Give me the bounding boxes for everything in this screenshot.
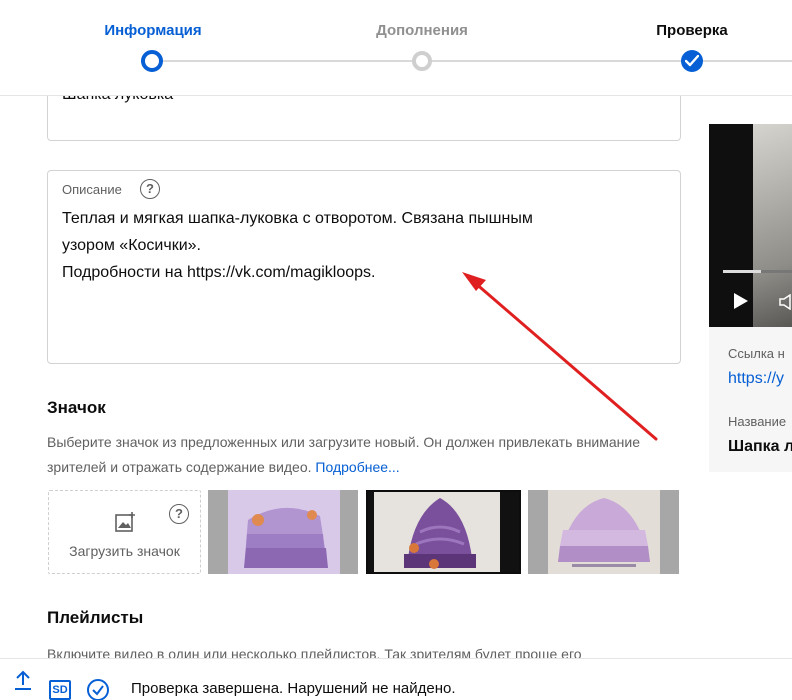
step-extras-dot[interactable] (412, 51, 432, 71)
video-link-label: Ссылка н (728, 346, 785, 361)
checks-status-text: Проверка завершена. Нарушений не найдено… (131, 680, 456, 697)
description-line: Теплая и мягкая шапка-луковка с отворото… (62, 210, 533, 227)
volume-icon[interactable] (779, 294, 792, 310)
add-image-icon (115, 512, 135, 532)
footer-status-bar: SD Проверка завершена. Нарушений не найд… (0, 658, 792, 700)
description-line: узором «Косички». (62, 237, 201, 254)
thumbnail-option-2-selected[interactable] (366, 490, 521, 574)
video-progress-fill (723, 270, 761, 273)
upload-help-icon[interactable]: ? (169, 504, 189, 524)
description-line: Подробности на https://vk.com/magikloops… (62, 264, 376, 281)
thumbnail-help-text: Выберите значок из предложенных или загр… (47, 430, 687, 480)
video-player[interactable] (709, 124, 792, 327)
sd-icon[interactable]: SD (49, 680, 71, 700)
upload-thumbnail-button[interactable]: Загрузить значок ? (48, 490, 201, 574)
filename-value: Шапка л (728, 438, 792, 455)
step-extras-label[interactable]: Дополнения (376, 22, 468, 39)
upload-stepper: Информация Дополнения Проверка (0, 0, 792, 96)
description-field[interactable]: Описание ? Теплая и мягкая шапка-луковка… (47, 170, 681, 364)
step-info-dot[interactable] (141, 50, 163, 72)
stepper-connector (422, 60, 792, 62)
thumbnail-option-3[interactable] (528, 490, 679, 574)
thumbnail-learn-more-link[interactable]: Подробнее... (315, 459, 399, 475)
check-icon (685, 55, 699, 67)
stepper-connector (152, 60, 422, 62)
step-checks-label[interactable]: Проверка (656, 22, 727, 39)
upload-thumbnail-label: Загрузить значок (69, 543, 180, 559)
description-label: Описание (62, 182, 122, 197)
video-link[interactable]: https://y (728, 370, 784, 388)
knitted-hat-thumbnail-2 (368, 492, 519, 572)
step-info-label[interactable]: Информация (104, 22, 201, 39)
video-preview-panel: Ссылка н https://y Название Шапка л (709, 124, 792, 472)
playlists-section-title: Плейлисты (47, 608, 144, 627)
video-progress-bar[interactable] (723, 270, 792, 273)
upload-icon[interactable] (14, 669, 32, 691)
knitted-hat-thumbnail-1 (208, 490, 358, 574)
step-checks-dot[interactable] (681, 50, 703, 72)
check-icon[interactable] (86, 678, 110, 700)
thumbnail-option-1[interactable] (208, 490, 358, 574)
thumbnail-section-title: Значок (47, 398, 106, 417)
knitted-hat-thumbnail-3 (528, 490, 679, 574)
filename-label: Название (728, 414, 787, 429)
description-help-icon[interactable]: ? (140, 179, 160, 199)
description-textarea[interactable]: Теплая и мягкая шапка-луковка с отворото… (62, 205, 662, 286)
play-icon[interactable] (733, 292, 749, 310)
